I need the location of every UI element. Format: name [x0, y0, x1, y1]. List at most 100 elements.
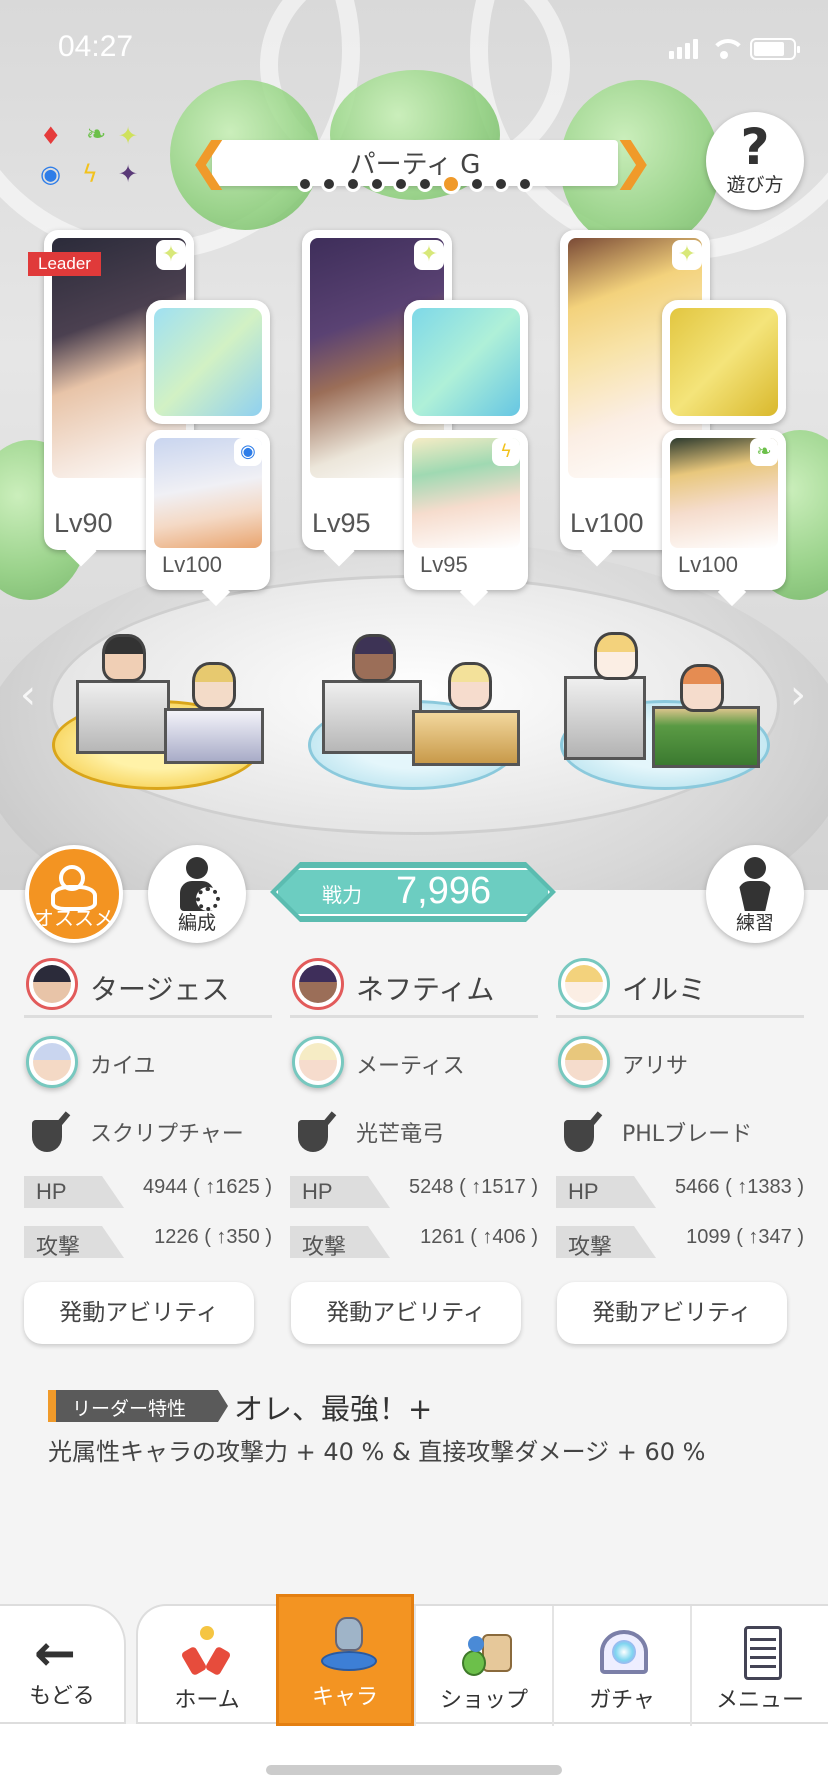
recommend-button[interactable]: オススメ — [25, 845, 123, 943]
sub-character-name: アリサ — [622, 1054, 689, 1079]
chibi-character — [102, 634, 146, 682]
sub-character-card[interactable]: ϟ Lv95 — [404, 430, 528, 590]
attack-stat: 攻撃 1099 ( ↑347 ) — [556, 1220, 804, 1262]
pedestal-3[interactable] — [560, 632, 770, 790]
grass-block — [652, 706, 760, 768]
party-page-dot[interactable] — [369, 176, 385, 192]
leader-badge: Leader — [28, 252, 101, 276]
ability-button-2[interactable]: 発動アビリティ — [291, 1282, 521, 1344]
status-time: 04:27 — [58, 30, 134, 63]
stone-block — [564, 676, 646, 760]
nav-item-menu[interactable]: メニュー — [690, 1606, 828, 1726]
sub-level: Lv100 — [162, 552, 222, 577]
party-page-dot[interactable] — [417, 176, 433, 192]
scroll-left-arrow-icon[interactable]: ‹ — [20, 672, 36, 718]
attack-value: 1226 ( ↑350 ) — [154, 1226, 272, 1248]
avatar — [26, 1036, 78, 1088]
main-character-name: ネフティム — [356, 973, 495, 1006]
element-affinity-chart: ♦ ❧ ✦ ◉ ϟ ✦ — [38, 122, 148, 192]
nav-item-home[interactable]: ホーム — [138, 1606, 276, 1726]
hp-stat: HP 5248 ( ↑1517 ) — [290, 1170, 538, 1212]
main-character-name: イルミ — [622, 973, 707, 1006]
party-member-1[interactable]: Lv90 Leader ✦ ◉ Lv100 — [28, 230, 274, 607]
nav-label: メニュー — [715, 1688, 804, 1713]
weapon-art-book-icon — [154, 308, 262, 416]
weapon-name: 光芒竜弓 — [356, 1122, 445, 1147]
formation-label: 編成 — [177, 912, 216, 934]
stone-block — [76, 680, 170, 754]
nav-label: ガチャ — [589, 1688, 655, 1713]
status-bar: 04:27 — [0, 0, 828, 100]
character-icon — [321, 1617, 377, 1673]
formation-button[interactable]: 編成 — [148, 845, 246, 943]
weapon-row[interactable]: 光芒竜弓 — [290, 1098, 538, 1162]
party-member-3[interactable]: Lv100 ✦ ❧ Lv100 — [550, 230, 790, 607]
attack-label: 攻撃 — [568, 1234, 613, 1259]
home-indicator[interactable] — [266, 1765, 562, 1775]
pedestal-1[interactable] — [52, 634, 264, 790]
main-level: Lv100 — [570, 508, 644, 538]
power-label: 戦力 — [322, 883, 362, 907]
scroll-right-arrow-icon[interactable]: › — [790, 672, 806, 718]
leaf-icon: ❧ — [86, 120, 107, 148]
leader-skill-tag: リーダー特性 — [48, 1390, 228, 1422]
party-page-dot[interactable] — [393, 176, 409, 192]
weapon-art-blade-icon — [670, 308, 778, 416]
help-button[interactable]: ? 遊び方 — [706, 112, 804, 210]
party-page-dot[interactable] — [321, 176, 337, 192]
sub-character-row[interactable]: メーティス — [290, 1028, 538, 1098]
light-icon: ✦ — [118, 122, 139, 150]
ability-button-1[interactable]: 発動アビリティ — [24, 1282, 254, 1344]
party-page-dot-active[interactable] — [441, 174, 461, 194]
practice-label: 練習 — [735, 912, 774, 934]
nav-item-shop[interactable]: ショップ — [414, 1606, 552, 1726]
main-level: Lv95 — [312, 508, 371, 538]
sub-character-name: メーティス — [356, 1054, 465, 1079]
party-page-dot[interactable] — [345, 176, 361, 192]
chibi-character — [680, 664, 724, 712]
wifi-icon — [710, 39, 746, 59]
pedestal-2[interactable] — [308, 634, 520, 790]
signal-icon — [669, 39, 698, 59]
party-page-dot[interactable] — [493, 176, 509, 192]
main-character-row[interactable]: タージェス — [24, 958, 272, 1018]
ability-button-3[interactable]: 発動アビリティ — [557, 1282, 787, 1344]
water-icon: ◉ — [40, 160, 61, 188]
main-level: Lv90 — [54, 508, 113, 538]
practice-button[interactable]: 練習 — [706, 845, 804, 943]
weapon-row[interactable]: PHLブレード — [556, 1098, 804, 1162]
sub-character-card[interactable]: ❧ Lv100 — [662, 430, 786, 590]
nav-item-character[interactable]: キャラ — [276, 1594, 414, 1726]
weapon-card[interactable] — [146, 300, 270, 424]
leader-skill-name: オレ、最強！+ — [234, 1392, 433, 1426]
party-page-dot[interactable] — [297, 176, 313, 192]
chibi-character — [192, 662, 236, 710]
weapon-card[interactable] — [662, 300, 786, 424]
sub-character-card[interactable]: ◉ Lv100 — [146, 430, 270, 590]
weapon-row[interactable]: スクリプチャー — [24, 1098, 272, 1162]
back-button[interactable]: ← もどる — [0, 1604, 126, 1724]
hp-label: HP — [36, 1179, 67, 1204]
status-icons — [669, 38, 800, 60]
main-character-row[interactable]: ネフティム — [290, 958, 538, 1018]
party-page-dot[interactable] — [469, 176, 485, 192]
leader-skill-tag-label: リーダー特性 — [72, 1398, 187, 1420]
party-page-dot[interactable] — [517, 176, 533, 192]
attack-stat: 攻撃 1226 ( ↑350 ) — [24, 1220, 272, 1262]
weapon-card[interactable] — [404, 300, 528, 424]
nav-item-gacha[interactable]: ガチャ — [552, 1606, 690, 1726]
weapon-icon — [30, 1110, 74, 1154]
total-power-display: 戦力 7,996 — [270, 862, 556, 922]
hp-stat: HP 4944 ( ↑1625 ) — [24, 1170, 272, 1212]
water-circle-icon: ◉ — [234, 438, 262, 466]
sub-character-row[interactable]: アリサ — [556, 1028, 804, 1098]
sand-block — [412, 710, 520, 766]
main-character-row[interactable]: イルミ — [556, 958, 804, 1018]
weapon-art-bow-icon — [412, 308, 520, 416]
party-member-2[interactable]: Lv95 ✦ ϟ Lv95 — [292, 230, 532, 607]
sub-character-row[interactable]: カイユ — [24, 1028, 272, 1098]
question-icon: ? — [740, 118, 770, 176]
bottom-navigation: ← もどる ホーム キャラ ショップ ガチャ メニュー — [0, 1594, 828, 1792]
party-selector: パーティ G ❮ ❯ — [188, 136, 654, 194]
lightning-icon: ϟ — [82, 160, 98, 188]
